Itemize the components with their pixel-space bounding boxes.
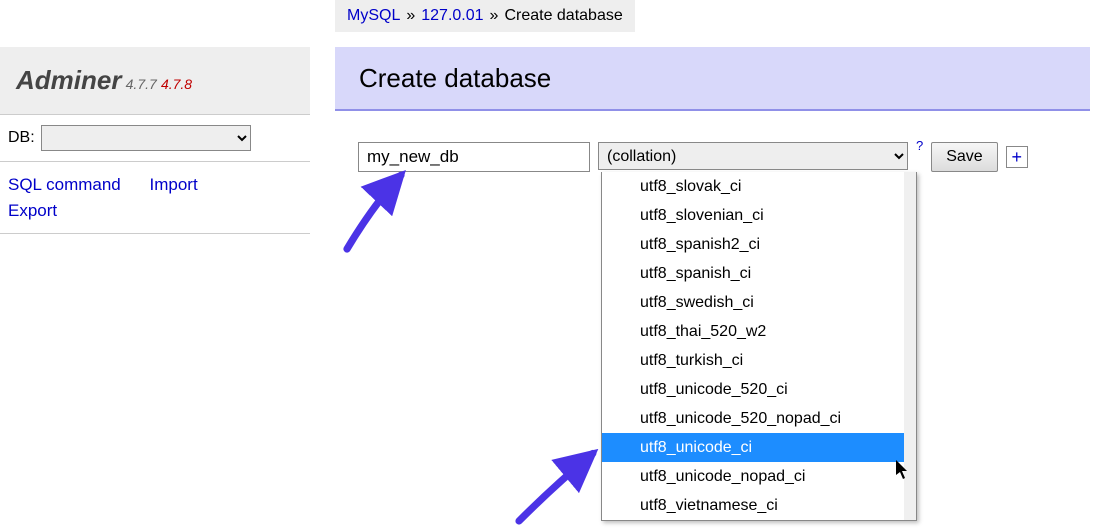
link-export[interactable]: Export	[8, 201, 57, 220]
brand-box: Adminer 4.7.7 4.7.8	[0, 47, 310, 115]
breadcrumb-host[interactable]: 127.0.01	[421, 7, 483, 25]
collation-option[interactable]: utf8_thai_520_w2	[602, 317, 916, 346]
breadcrumb-engine[interactable]: MySQL	[347, 7, 400, 25]
annotation-arrow-input	[338, 168, 428, 258]
collation-select[interactable]: (collation)	[598, 142, 908, 170]
help-icon[interactable]: ?	[916, 138, 923, 153]
breadcrumb: MySQL » 127.0.01 » Create database	[335, 0, 635, 32]
collation-option[interactable]: utf8_slovak_ci	[602, 172, 916, 201]
collation-option[interactable]: utf8_spanish_ci	[602, 259, 916, 288]
brand-name: Adminer	[16, 65, 121, 95]
link-sql-command[interactable]: SQL command	[8, 175, 121, 194]
collation-option[interactable]: utf8_vietnamese_ci	[602, 491, 916, 520]
create-db-form: (collation) ? Save +	[358, 142, 1028, 172]
collation-option[interactable]: utf8_slovenian_ci	[602, 201, 916, 230]
collation-option[interactable]: utf8_turkish_ci	[602, 346, 916, 375]
collation-option[interactable]: utf8_unicode_nopad_ci	[602, 462, 916, 491]
add-button[interactable]: +	[1006, 146, 1028, 168]
page-title: Create database	[359, 63, 551, 94]
brand-version-latest[interactable]: 4.7.8	[161, 76, 192, 92]
dropdown-scrollbar[interactable]	[904, 172, 916, 520]
sidebar: Adminer 4.7.7 4.7.8 DB: SQL command Impo…	[0, 47, 310, 234]
db-selector-row: DB:	[0, 115, 310, 162]
collation-option[interactable]: utf8_spanish2_ci	[602, 230, 916, 259]
page-heading-bar: Create database	[335, 47, 1090, 111]
collation-dropdown-list[interactable]: utf8_slovak_ciutf8_slovenian_ciutf8_span…	[601, 172, 917, 521]
save-button[interactable]: Save	[931, 142, 997, 172]
breadcrumb-sep: »	[490, 7, 499, 25]
annotation-arrow-option	[510, 440, 600, 530]
collation-option[interactable]: utf8_unicode_520_ci	[602, 375, 916, 404]
brand-version-current: 4.7.7	[126, 76, 157, 92]
link-import[interactable]: Import	[149, 175, 197, 194]
collation-option[interactable]: utf8_unicode_ci	[602, 433, 916, 462]
db-label: DB:	[8, 129, 35, 147]
db-name-input[interactable]	[358, 142, 590, 172]
sidebar-links: SQL command Import Export	[0, 162, 310, 234]
db-select[interactable]	[41, 125, 251, 151]
breadcrumb-page: Create database	[504, 7, 622, 25]
collation-option[interactable]: utf8_unicode_520_nopad_ci	[602, 404, 916, 433]
breadcrumb-sep: »	[406, 7, 415, 25]
collation-option[interactable]: utf8_swedish_ci	[602, 288, 916, 317]
